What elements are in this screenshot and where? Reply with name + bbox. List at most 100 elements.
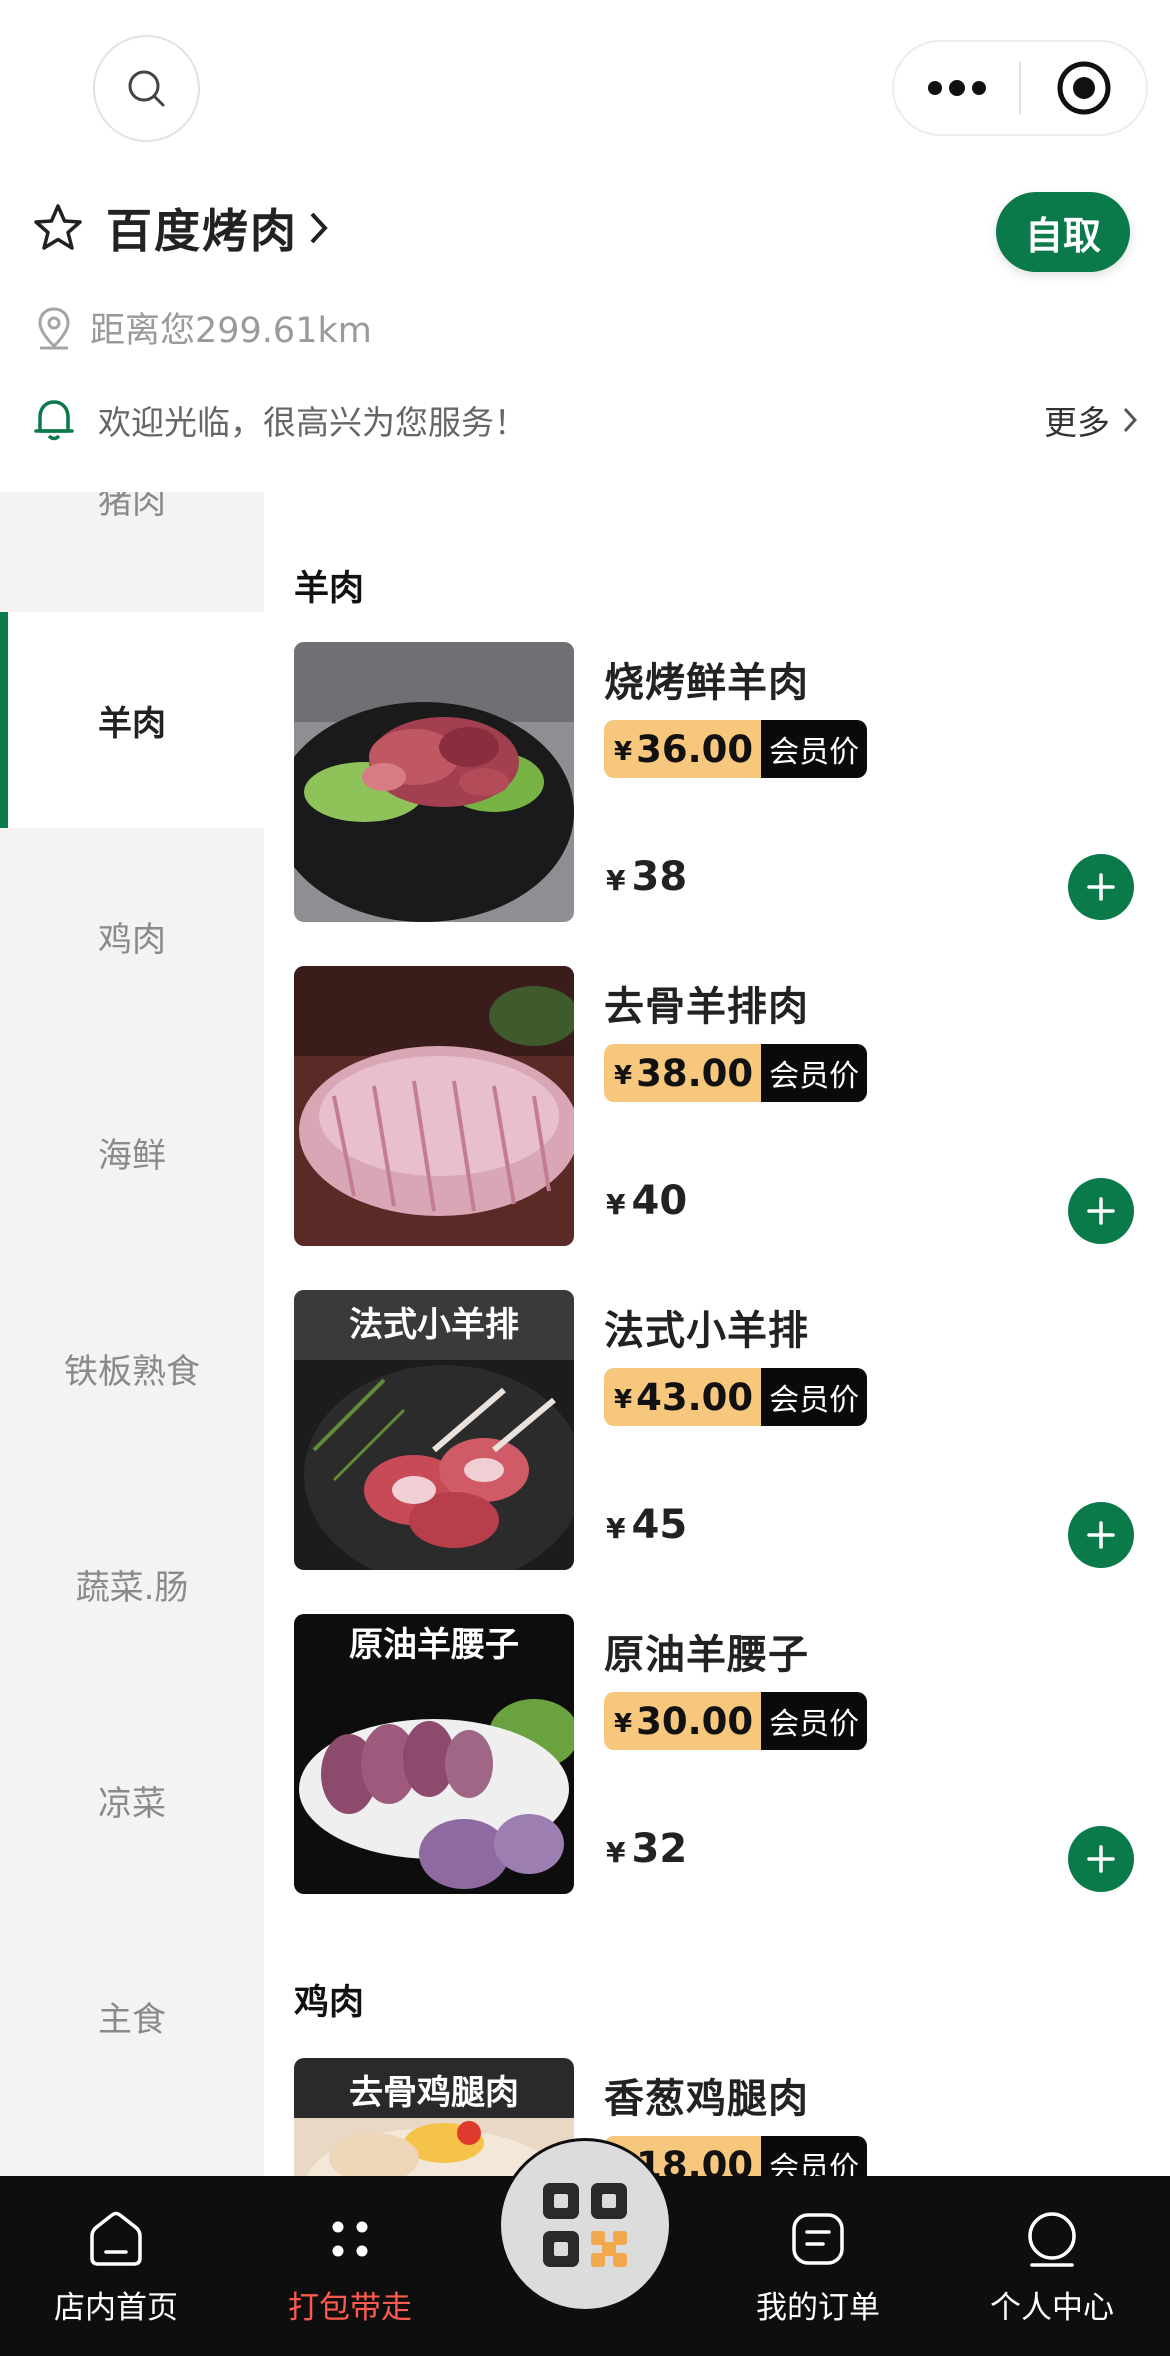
product-list: 羊肉 烧烤鲜羊肉 ¥36.00 会员价 ¥38 去骨羊排肉 ¥ 38.00 会员… — [264, 492, 1170, 2176]
member-price-label: 会员价 — [761, 1692, 868, 1750]
member-price-label: 会员价 — [761, 1044, 868, 1102]
search-icon — [128, 70, 164, 106]
tab-label: 打包带走 — [288, 2290, 412, 2326]
more-menu-button[interactable] — [894, 42, 1019, 134]
add-to-cart-button[interactable] — [1068, 854, 1134, 920]
product-card[interactable]: 去骨鸡腿肉 香葱鸡腿肉 ¥18.00 会员价 — [294, 2058, 1134, 2176]
more-link[interactable]: 更多 — [1044, 396, 1138, 444]
regular-price: ¥40 — [606, 1178, 687, 1224]
product-card[interactable]: 烧烤鲜羊肉 ¥36.00 会员价 ¥38 — [294, 642, 1134, 922]
store-header: 百度烤肉 — [32, 195, 330, 261]
category-cold-dishes[interactable]: 凉菜 — [0, 1692, 264, 1908]
search-button[interactable] — [93, 35, 200, 142]
tab-takeaway[interactable]: 打包带走 — [250, 2176, 450, 2356]
price-value: 32 — [631, 1826, 688, 1872]
category-pork[interactable]: 猪肉 — [0, 492, 264, 606]
product-name: 香葱鸡腿肉 — [604, 2076, 809, 2122]
add-to-cart-button[interactable] — [1068, 1178, 1134, 1244]
tab-store-home[interactable]: 店内首页 — [16, 2176, 216, 2356]
more-label: 更多 — [1044, 403, 1110, 442]
plus-icon — [1087, 1845, 1115, 1873]
regular-price: ¥32 — [606, 1826, 687, 1872]
product-name: 去骨羊排肉 — [604, 984, 809, 1030]
product-card[interactable]: 原油羊腰子 原油羊腰子 ¥30.00 会员价 ¥32 — [294, 1614, 1134, 1894]
order-icon — [792, 2213, 844, 2265]
member-price: 30.00 — [636, 1699, 754, 1743]
distance-row: 距离您299.61km — [36, 302, 372, 353]
store-name[interactable]: 百度烤肉 — [106, 195, 298, 261]
category-label: 海鲜 — [98, 1135, 166, 1176]
currency-symbol: ¥ — [614, 1061, 633, 1091]
category-lamb[interactable]: 羊肉 — [0, 612, 264, 828]
member-price: 43.00 — [636, 1375, 754, 1419]
product-name: 法式小羊排 — [604, 1308, 809, 1354]
chevron-right-icon — [1123, 407, 1138, 433]
profile-icon — [1028, 2212, 1076, 2267]
image-caption: 法式小羊排 — [349, 1305, 519, 1345]
product-card[interactable]: 法式小羊排 法式小羊排 ¥43.00 会员价 ¥45 — [294, 1290, 1134, 1570]
product-image[interactable] — [294, 642, 574, 922]
target-icon — [1057, 61, 1110, 115]
product-image[interactable]: 法式小羊排 — [294, 1290, 574, 1570]
category-label: 主食 — [98, 1999, 166, 2040]
add-to-cart-button[interactable] — [1068, 1502, 1134, 1568]
mini-program-capsule — [892, 40, 1148, 136]
member-price-tag: ¥43.00 会员价 — [604, 1368, 868, 1426]
product-card[interactable]: 去骨羊排肉 ¥38.00 会员价 ¥40 — [294, 966, 1134, 1246]
tab-label: 个人中心 — [990, 2290, 1114, 2326]
price-value: 45 — [631, 1502, 688, 1548]
takeaway-icon — [332, 2221, 368, 2257]
category-vegetables[interactable]: 蔬菜.肠 — [0, 1476, 264, 1692]
currency-symbol: ¥ — [606, 1836, 626, 1869]
category-label: 猪肉 — [98, 492, 166, 522]
tab-profile[interactable]: 个人中心 — [952, 2176, 1152, 2356]
chevron-right-icon — [310, 212, 328, 244]
scan-qr-button[interactable] — [498, 2138, 672, 2312]
category-label: 蔬菜.肠 — [75, 1567, 189, 1608]
section-title: 鸡肉 — [294, 1983, 365, 2023]
regular-price: ¥38 — [606, 854, 687, 900]
notice-bar: 欢迎光临，很高兴为您服务！ 更多 — [32, 396, 1138, 444]
category-seafood[interactable]: 海鲜 — [0, 1044, 264, 1260]
bell-icon — [34, 400, 74, 441]
section-title: 羊肉 — [294, 569, 365, 609]
category-label: 凉菜 — [98, 1783, 166, 1824]
tab-label: 我的订单 — [756, 2290, 880, 2326]
currency-symbol: ¥ — [606, 1512, 626, 1545]
more-dots-icon — [927, 80, 986, 96]
currency-symbol: ¥ — [614, 1709, 633, 1739]
distance-text: 距离您299.61km — [90, 311, 372, 351]
product-image[interactable]: 原油羊腰子 — [294, 1614, 574, 1894]
price-value: 38 — [631, 854, 688, 900]
category-label: 铁板熟食 — [64, 1351, 200, 1392]
member-price: 36.00 — [636, 727, 754, 771]
add-to-cart-button[interactable] — [1068, 1826, 1134, 1892]
member-price-label: 会员价 — [761, 1368, 868, 1426]
category-teppanyaki[interactable]: 铁板熟食 — [0, 1260, 264, 1476]
currency-symbol: ¥ — [614, 1385, 633, 1415]
plus-icon — [1087, 1521, 1115, 1549]
category-label: 鸡肉 — [98, 919, 166, 960]
tab-my-orders[interactable]: 我的订单 — [718, 2176, 918, 2356]
home-icon — [90, 2211, 142, 2266]
currency-symbol: ¥ — [606, 1188, 626, 1221]
category-staple-food[interactable]: 主食 — [0, 1908, 264, 2124]
currency-symbol: ¥ — [614, 737, 633, 767]
member-price-label: 会员价 — [761, 2136, 868, 2176]
image-caption: 原油羊腰子 — [349, 1625, 519, 1665]
price-value: 40 — [631, 1178, 688, 1224]
product-name: 原油羊腰子 — [604, 1632, 809, 1678]
notice-text: 欢迎光临，很高兴为您服务！ — [98, 403, 527, 442]
plus-icon — [1087, 1197, 1115, 1225]
favorite-star-icon[interactable] — [32, 202, 84, 254]
qr-code-icon — [543, 2183, 627, 2267]
member-price-tag: ¥30.00 会员价 — [604, 1692, 868, 1750]
regular-price: ¥45 — [606, 1502, 687, 1548]
member-price-tag: ¥38.00 会员价 — [604, 1044, 868, 1102]
product-image[interactable] — [294, 966, 574, 1246]
pickup-button[interactable]: 自取 — [996, 192, 1130, 272]
close-mini-program-button[interactable] — [1021, 42, 1146, 134]
member-price: 38.00 — [636, 1051, 754, 1095]
category-chicken[interactable]: 鸡肉 — [0, 828, 264, 1044]
member-price-label: 会员价 — [761, 720, 868, 778]
